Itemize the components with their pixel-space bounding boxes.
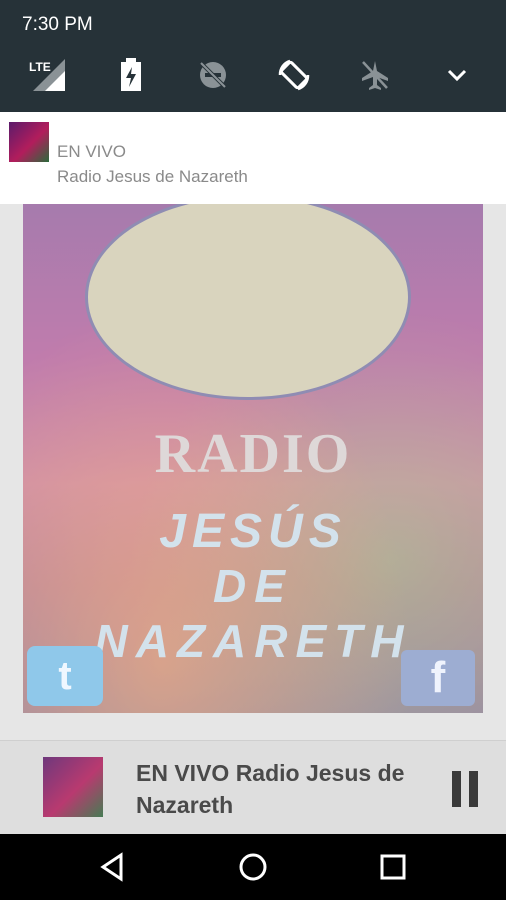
quick-settings-row: LTE <box>0 52 506 98</box>
player-title: EN VIVO Radio Jesus de Nazareth <box>136 760 405 818</box>
expand-icon[interactable] <box>434 52 480 98</box>
back-icon <box>100 852 123 882</box>
media-notification[interactable]: EN VIVO Radio Jesus de Nazareth <box>0 112 506 204</box>
app-content: RADIO JESÚS DE NAZARETH t f EN VIVO Radi… <box>0 204 506 835</box>
notification-text: Radio Jesus de Nazareth <box>57 167 248 186</box>
recents-icon <box>380 854 406 880</box>
dim-overlay <box>23 204 483 713</box>
home-button[interactable] <box>237 851 269 883</box>
mini-player[interactable]: EN VIVO Radio Jesus de Nazareth <box>0 740 506 835</box>
do-not-disturb-off-icon[interactable] <box>190 52 236 98</box>
navigation-bar <box>0 834 506 900</box>
auto-rotate-icon[interactable] <box>271 52 317 98</box>
notification-title: EN VIVO <box>57 142 126 161</box>
player-artwork <box>43 757 103 817</box>
pause-button[interactable] <box>448 771 482 807</box>
lte-signal-icon[interactable]: LTE <box>24 52 70 98</box>
airplane-mode-icon[interactable] <box>352 52 398 98</box>
lte-label: LTE <box>29 60 51 74</box>
back-button[interactable] <box>97 851 129 883</box>
radio-logo-icon <box>9 122 49 162</box>
recents-button[interactable] <box>377 851 409 883</box>
pause-icon <box>452 771 461 807</box>
status-time: 7:30 PM <box>22 14 93 35</box>
quick-settings-shade: 7:30 PM LTE <box>0 0 506 112</box>
cover-art-image: RADIO JESÚS DE NAZARETH t f <box>23 204 483 713</box>
battery-charging-icon[interactable] <box>108 52 154 98</box>
home-icon <box>239 853 267 881</box>
